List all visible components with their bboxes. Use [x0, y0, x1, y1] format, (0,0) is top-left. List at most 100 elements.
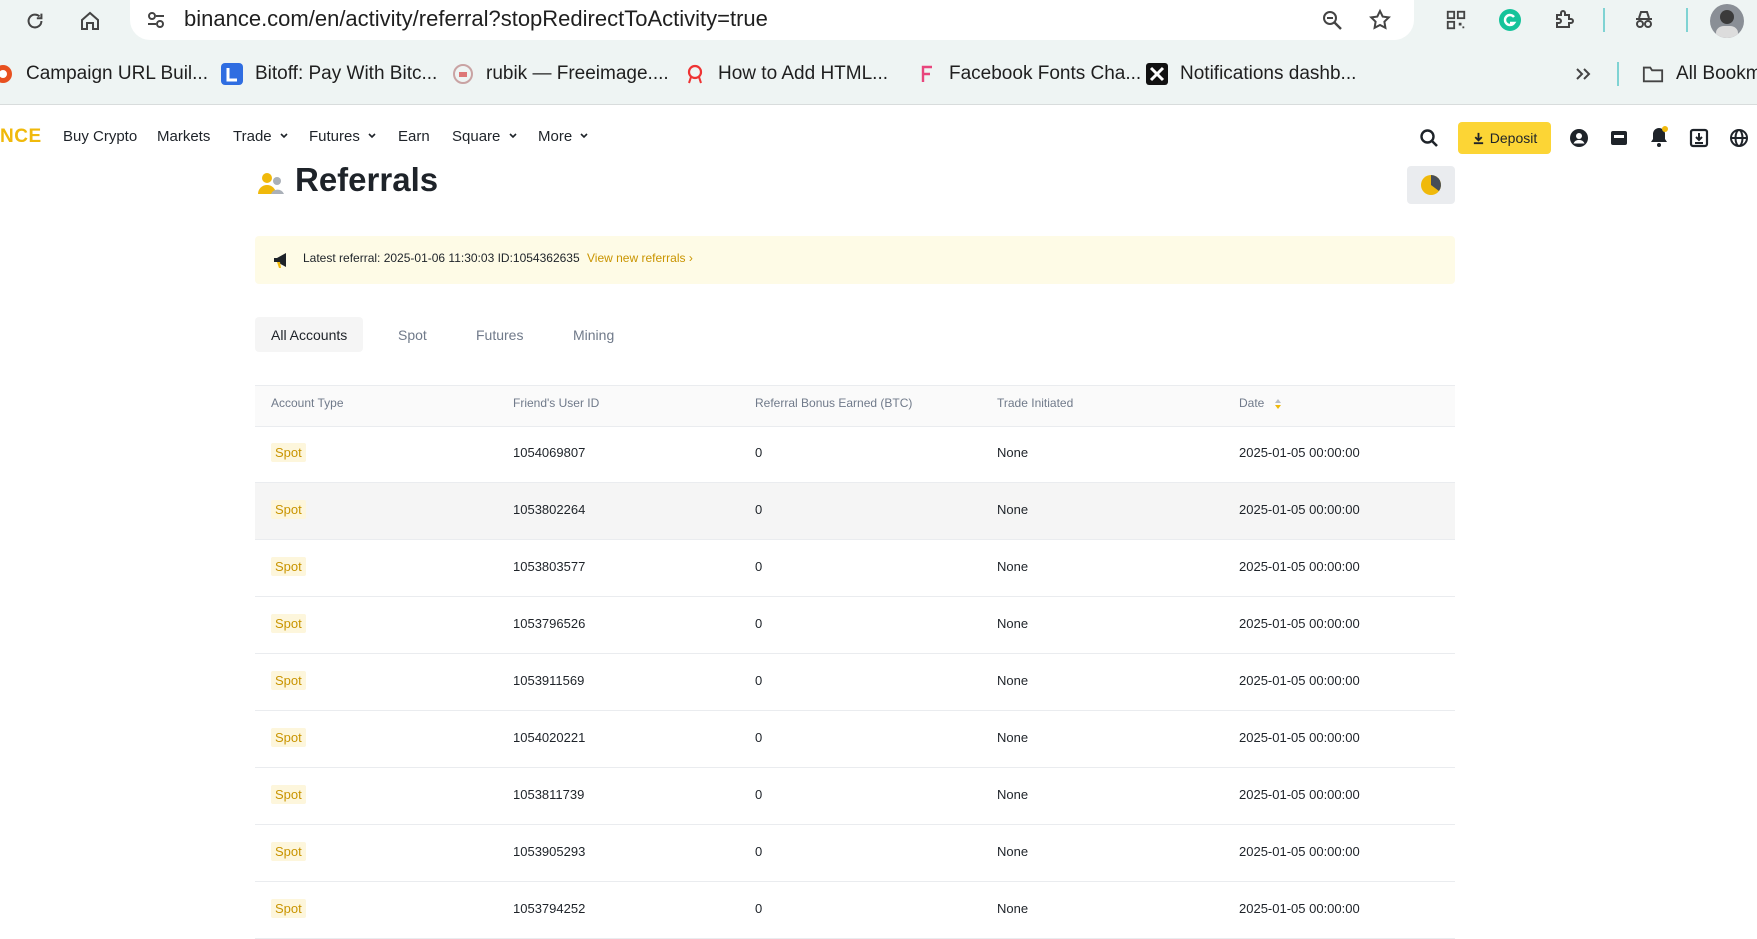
referral-date: 2025-01-05 00:00:00 [1239, 559, 1360, 574]
account-type-badge: Spot [271, 842, 306, 861]
referral-bonus: 0 [755, 673, 763, 688]
trade-initiated: None [997, 445, 1029, 460]
zoom-icon[interactable] [1318, 6, 1346, 34]
referral-date: 2025-01-05 00:00:00 [1239, 616, 1360, 631]
friend-user-id: 1053811739 [513, 787, 585, 802]
chevron-down-icon [280, 133, 288, 139]
reload-icon[interactable] [22, 8, 48, 34]
latest-referral-text: Latest referral: 2025-01-06 11:30:03 ID:… [303, 251, 580, 265]
referral-date: 2025-01-05 00:00:00 [1239, 730, 1360, 745]
account-type-badge: Spot [271, 443, 306, 462]
tab-mining[interactable]: Mining [573, 317, 614, 352]
referral-bonus: 0 [755, 730, 763, 745]
toolbar-divider [1686, 8, 1688, 32]
nav-earn[interactable]: Earn [398, 128, 430, 145]
incognito-icon[interactable] [1630, 6, 1658, 34]
bookmark-label: Facebook Fonts Cha... [949, 63, 1142, 84]
friend-user-id: 1053803577 [513, 559, 586, 574]
profile-avatar[interactable] [1710, 4, 1744, 38]
download-icon [1473, 132, 1483, 144]
url-text[interactable]: binance.com/en/activity/referral?stopRed… [184, 6, 768, 32]
nav-markets[interactable]: Markets [157, 128, 210, 145]
view-new-referrals-link[interactable]: View new referrals › [587, 251, 693, 265]
bookmark-campaign[interactable]: Campaign URL Buil... [0, 58, 208, 90]
friend-user-id: 1053905293 [513, 844, 586, 859]
facebook-fonts-favicon [915, 63, 937, 85]
all-bookmarks[interactable]: All Bookm [1642, 58, 1757, 90]
bookmark-facebook-fonts[interactable]: Facebook Fonts Cha... [915, 58, 1141, 90]
campaign-favicon [0, 63, 14, 85]
friend-user-id: 1053794252 [513, 901, 586, 916]
trade-initiated: None [997, 901, 1029, 916]
column-account-type: Account Type [271, 396, 344, 410]
referral-stats-button[interactable] [1407, 166, 1455, 204]
column-friend-user-id: Friend's User ID [513, 396, 600, 410]
nav-buy-crypto[interactable]: Buy Crypto [63, 128, 137, 145]
trade-initiated: None [997, 787, 1029, 802]
bookmark-star-icon[interactable] [1366, 6, 1394, 34]
friend-user-id: 1053802264 [513, 502, 586, 517]
notification-bell-icon[interactable] [1648, 126, 1670, 148]
nav-square[interactable]: Square [452, 128, 518, 145]
nav-futures[interactable]: Futures [309, 128, 377, 145]
search-icon[interactable] [1418, 127, 1440, 149]
tab-futures[interactable]: Futures [476, 317, 523, 352]
bookmark-html[interactable]: How to Add HTML... [684, 58, 888, 90]
trade-initiated: None [997, 559, 1029, 574]
account-type-badge: Spot [271, 728, 306, 747]
toolbar-divider [1603, 8, 1605, 32]
folder-icon [1642, 63, 1664, 85]
trade-initiated: None [997, 502, 1029, 517]
bookmark-notifications[interactable]: Notifications dashb... [1146, 58, 1356, 90]
chevron-down-icon [508, 133, 517, 139]
account-type-badge: Spot [271, 500, 306, 519]
bitoff-favicon [221, 63, 243, 85]
nav-trade[interactable]: Trade [233, 128, 289, 145]
referral-bonus: 0 [755, 559, 763, 574]
nav-futures-label: Futures [309, 128, 360, 145]
user-icon[interactable] [1568, 127, 1590, 149]
wallet-icon[interactable] [1608, 127, 1630, 149]
bookmark-label: All Bookm [1676, 63, 1757, 84]
megaphone-icon [272, 250, 292, 270]
binance-logo[interactable]: NCE [0, 126, 42, 148]
download-app-icon[interactable] [1688, 127, 1710, 149]
trade-initiated: None [997, 616, 1029, 631]
friend-user-id: 1053911569 [513, 673, 585, 688]
bookmark-bitoff[interactable]: Bitoff: Pay With Bitc... [221, 58, 437, 90]
referral-date: 2025-01-05 00:00:00 [1239, 844, 1360, 859]
bookmarks-divider [1617, 62, 1619, 86]
referral-bonus: 0 [755, 787, 763, 802]
chevron-down-icon [580, 133, 588, 139]
html-favicon [684, 63, 706, 85]
referral-date: 2025-01-05 00:00:00 [1239, 901, 1360, 916]
referral-bonus: 0 [755, 901, 763, 916]
deposit-button[interactable]: Deposit [1458, 122, 1551, 154]
friend-user-id: 1054020221 [513, 730, 586, 745]
column-date[interactable]: Date [1239, 396, 1282, 410]
language-globe-icon[interactable] [1728, 127, 1750, 149]
trade-initiated: None [997, 730, 1029, 745]
referral-bonus: 0 [755, 844, 763, 859]
more-bookmarks-icon[interactable] [1570, 60, 1596, 88]
notifications-favicon [1146, 63, 1168, 85]
tab-all-accounts[interactable]: All Accounts [255, 317, 364, 352]
qr-code-icon[interactable] [1442, 6, 1470, 34]
chevron-down-icon [368, 133, 376, 139]
deposit-label: Deposit [1489, 130, 1538, 146]
home-icon[interactable] [76, 7, 104, 35]
account-type-badge: Spot [271, 671, 306, 690]
grammarly-icon[interactable] [1496, 6, 1524, 34]
nav-more[interactable]: More [538, 128, 589, 145]
site-settings-icon[interactable] [142, 6, 170, 34]
trade-initiated: None [997, 844, 1029, 859]
account-type-badge: Spot [271, 557, 306, 576]
referral-bonus: 0 [755, 502, 763, 517]
extensions-icon[interactable] [1550, 6, 1578, 34]
rubik-favicon [452, 63, 474, 85]
sort-icon[interactable] [1274, 398, 1282, 410]
tab-spot[interactable]: Spot [398, 317, 427, 352]
referral-date: 2025-01-05 00:00:00 [1239, 673, 1360, 688]
bookmark-label: Notifications dashb... [1180, 63, 1357, 84]
bookmark-rubik[interactable]: rubik — Freeimage.... [452, 58, 669, 90]
